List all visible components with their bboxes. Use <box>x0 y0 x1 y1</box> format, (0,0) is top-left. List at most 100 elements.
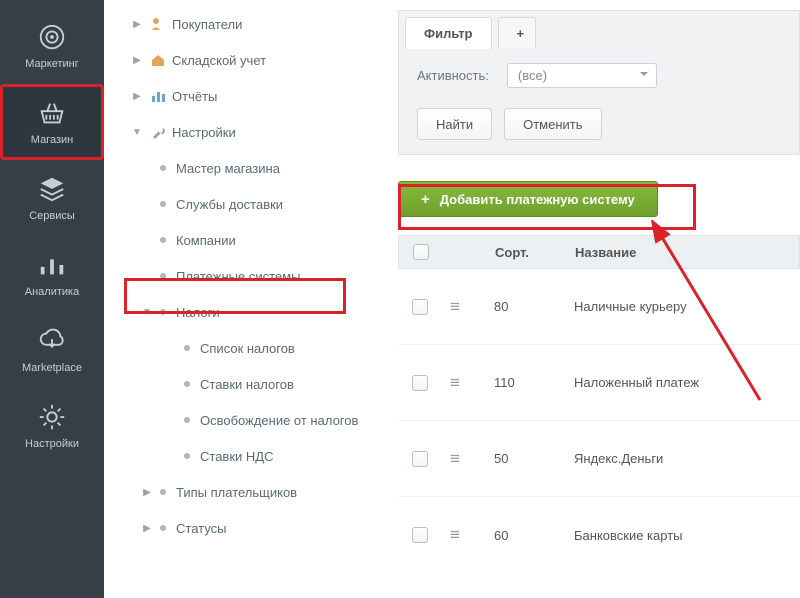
expand-icon: ▶ <box>130 91 144 102</box>
tree-item-buyers[interactable]: ▶ Покупатели <box>104 6 390 42</box>
sidebar-item-label: Настройки <box>25 438 79 450</box>
nav-tree: ▶ Покупатели ▶ Складской учет ▶ Отчёты ▼ Нас… <box>104 0 390 598</box>
tree-item-warehouse[interactable]: ▶ Складской учет <box>104 42 390 78</box>
bullet-icon <box>184 453 190 459</box>
row-sort: 110 <box>486 375 566 390</box>
add-payment-system-button[interactable]: + Добавить платежную систему <box>398 181 658 217</box>
activity-value: (все) <box>518 68 547 83</box>
house-icon <box>150 52 166 68</box>
tree-label: Ставки НДС <box>200 449 273 464</box>
gear-icon <box>37 402 67 432</box>
tree-item-tax-list[interactable]: Список налогов <box>104 330 390 366</box>
row-checkbox[interactable] <box>398 299 442 315</box>
people-icon <box>150 16 166 32</box>
drag-handle-icon[interactable]: ≡ <box>442 449 486 469</box>
drag-handle-icon[interactable]: ≡ <box>442 525 486 545</box>
bullet-icon <box>160 237 166 243</box>
sidebar-item-marketing[interactable]: Маркетинг <box>0 8 104 84</box>
filter-tab-label: Фильтр <box>424 26 473 41</box>
tree-item-companies[interactable]: Компании <box>104 222 390 258</box>
bullet-icon <box>160 201 166 207</box>
bars-icon <box>37 250 67 280</box>
tree-label: Освобождение от налогов <box>200 413 358 428</box>
tree-item-wizard[interactable]: Мастер магазина <box>104 150 390 186</box>
table-row[interactable]: ≡80Наличные курьеру <box>398 269 800 345</box>
bullet-icon <box>184 381 190 387</box>
sidebar-item-store[interactable]: Магазин <box>0 84 104 160</box>
tree-item-statuses[interactable]: ▶ Статусы <box>104 510 390 546</box>
tree-item-vat-rates[interactable]: Ставки НДС <box>104 438 390 474</box>
plus-icon: + <box>517 26 525 41</box>
expand-icon: ▶ <box>140 523 154 534</box>
app-sidebar: Маркетинг Магазин Сервисы Аналитика Mark… <box>0 0 104 598</box>
add-button-label: Добавить платежную систему <box>440 192 635 207</box>
tree-label: Статусы <box>176 521 226 536</box>
sidebar-item-analytics[interactable]: Аналитика <box>0 236 104 312</box>
cloud-download-icon <box>37 326 67 356</box>
activity-label: Активность: <box>417 68 489 83</box>
sidebar-item-label: Маркетинг <box>25 58 78 70</box>
bullet-icon <box>184 417 190 423</box>
cancel-button[interactable]: Отменить <box>504 108 601 140</box>
cancel-label: Отменить <box>523 117 582 132</box>
chart-icon <box>150 88 166 104</box>
tree-label: Ставки налогов <box>200 377 294 392</box>
filter-panel: Фильтр + Активность: (все) Найти Отменит… <box>398 10 800 155</box>
sidebar-item-label: Аналитика <box>25 286 79 298</box>
tree-item-tax-exempt[interactable]: Освобождение от налогов <box>104 402 390 438</box>
tree-label: Налоги <box>176 305 220 320</box>
tree-item-delivery[interactable]: Службы доставки <box>104 186 390 222</box>
table-row[interactable]: ≡50Яндекс.Деньги <box>398 421 800 497</box>
tree-label: Компании <box>176 233 236 248</box>
target-icon <box>37 22 67 52</box>
tree-item-payer-types[interactable]: ▶ Типы плательщиков <box>104 474 390 510</box>
tree-item-tax-rates[interactable]: Ставки налогов <box>104 366 390 402</box>
tree-label: Платежные системы <box>176 269 300 284</box>
tree-label: Настройки <box>172 125 236 140</box>
row-sort: 80 <box>486 299 566 314</box>
wrench-icon <box>150 124 166 140</box>
expand-icon: ▶ <box>130 55 144 66</box>
drag-handle-icon[interactable]: ≡ <box>442 373 486 393</box>
row-checkbox[interactable] <box>398 375 442 391</box>
expand-icon: ▶ <box>140 487 154 498</box>
filter-tab[interactable]: Фильтр <box>405 17 492 49</box>
tree-label: Складской учет <box>172 53 266 68</box>
select-all-checkbox[interactable] <box>399 244 443 260</box>
sidebar-item-label: Marketplace <box>22 362 82 374</box>
bullet-icon <box>160 489 166 495</box>
tree-label: Мастер магазина <box>176 161 280 176</box>
tree-item-payment-systems[interactable]: Платежные системы <box>104 258 390 294</box>
collapse-icon: ▼ <box>130 127 144 138</box>
sidebar-item-marketplace[interactable]: Marketplace <box>0 312 104 388</box>
row-name: Банковские карты <box>566 528 800 543</box>
sidebar-item-label: Сервисы <box>29 210 75 222</box>
row-name: Наложенный платеж <box>566 375 800 390</box>
table-row[interactable]: ≡110Наложенный платеж <box>398 345 800 421</box>
drag-handle-icon[interactable]: ≡ <box>442 297 486 317</box>
row-checkbox[interactable] <box>398 527 442 543</box>
tree-label: Службы доставки <box>176 197 283 212</box>
tree-label: Список налогов <box>200 341 295 356</box>
tree-label: Отчёты <box>172 89 217 104</box>
th-sort[interactable]: Сорт. <box>487 245 567 260</box>
add-filter-tab[interactable]: + <box>498 17 536 49</box>
table-header: Сорт. Название <box>398 235 800 269</box>
row-name: Яндекс.Деньги <box>566 451 800 466</box>
tree-item-settings[interactable]: ▼ Настройки <box>104 114 390 150</box>
expand-icon: ▶ <box>130 19 144 30</box>
collapse-icon: ▼ <box>140 307 154 318</box>
find-button[interactable]: Найти <box>417 108 492 140</box>
bullet-icon <box>160 525 166 531</box>
basket-icon <box>37 98 67 128</box>
activity-select[interactable]: (все) <box>507 63 657 88</box>
tree-label: Покупатели <box>172 17 242 32</box>
tree-item-reports[interactable]: ▶ Отчёты <box>104 78 390 114</box>
sidebar-item-settings[interactable]: Настройки <box>0 388 104 464</box>
th-name[interactable]: Название <box>567 245 799 260</box>
tree-label: Типы плательщиков <box>176 485 297 500</box>
table-row[interactable]: ≡60Банковские карты <box>398 497 800 573</box>
sidebar-item-services[interactable]: Сервисы <box>0 160 104 236</box>
tree-item-taxes[interactable]: ▼ Налоги <box>104 294 390 330</box>
row-checkbox[interactable] <box>398 451 442 467</box>
